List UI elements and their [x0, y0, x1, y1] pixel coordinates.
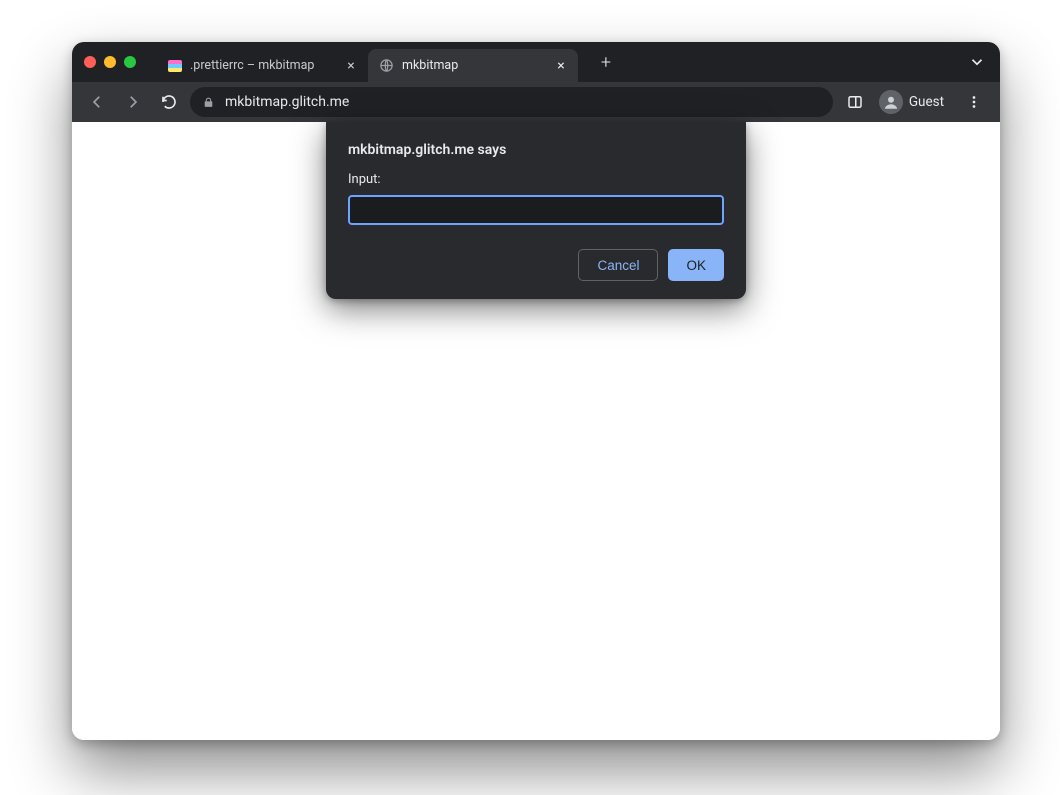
- close-window-button[interactable]: [84, 56, 96, 68]
- prompt-origin: mkbitmap.glitch.me says: [348, 142, 724, 158]
- globe-favicon-icon: [378, 58, 394, 74]
- profile-label: Guest: [909, 94, 944, 110]
- address-bar[interactable]: mkbitmap.glitch.me: [190, 87, 833, 117]
- cancel-button[interactable]: Cancel: [578, 249, 658, 281]
- tab-strip: .prettierrc – mkbitmap × mkbitmap × +: [72, 42, 1000, 82]
- close-tab-icon[interactable]: ×: [554, 59, 568, 73]
- prompt-actions: Cancel OK: [348, 249, 724, 281]
- prompt-input[interactable]: [348, 195, 724, 225]
- tab-title: .prettierrc – mkbitmap: [190, 58, 336, 73]
- page-content: mkbitmap.glitch.me says Input: Cancel OK: [72, 122, 1000, 740]
- ok-button[interactable]: OK: [668, 249, 724, 281]
- lock-icon: [202, 96, 215, 109]
- new-tab-button[interactable]: +: [592, 48, 620, 76]
- javascript-prompt-dialog: mkbitmap.glitch.me says Input: Cancel OK: [326, 122, 746, 299]
- glitch-favicon-icon: [168, 60, 182, 72]
- forward-button[interactable]: [118, 87, 148, 117]
- avatar-icon: [879, 90, 903, 114]
- kebab-menu-button[interactable]: [958, 86, 990, 118]
- browser-window: .prettierrc – mkbitmap × mkbitmap × +: [72, 42, 1000, 740]
- reload-button[interactable]: [154, 87, 184, 117]
- prompt-label: Input:: [348, 172, 724, 187]
- side-panel-button[interactable]: [839, 86, 871, 118]
- profile-button[interactable]: Guest: [875, 87, 954, 117]
- tab-overflow-button[interactable]: [968, 53, 986, 71]
- toolbar: mkbitmap.glitch.me Guest: [72, 82, 1000, 122]
- close-tab-icon[interactable]: ×: [344, 59, 358, 73]
- fullscreen-window-button[interactable]: [124, 56, 136, 68]
- window-controls: [84, 56, 136, 68]
- tab-active[interactable]: mkbitmap ×: [368, 49, 578, 82]
- minimize-window-button[interactable]: [104, 56, 116, 68]
- url-text: mkbitmap.glitch.me: [225, 94, 821, 110]
- tabs-container: .prettierrc – mkbitmap × mkbitmap ×: [158, 42, 578, 82]
- tab-title: mkbitmap: [402, 58, 546, 73]
- back-button[interactable]: [82, 87, 112, 117]
- tab-inactive[interactable]: .prettierrc – mkbitmap ×: [158, 49, 368, 82]
- toolbar-right: Guest: [839, 86, 990, 118]
